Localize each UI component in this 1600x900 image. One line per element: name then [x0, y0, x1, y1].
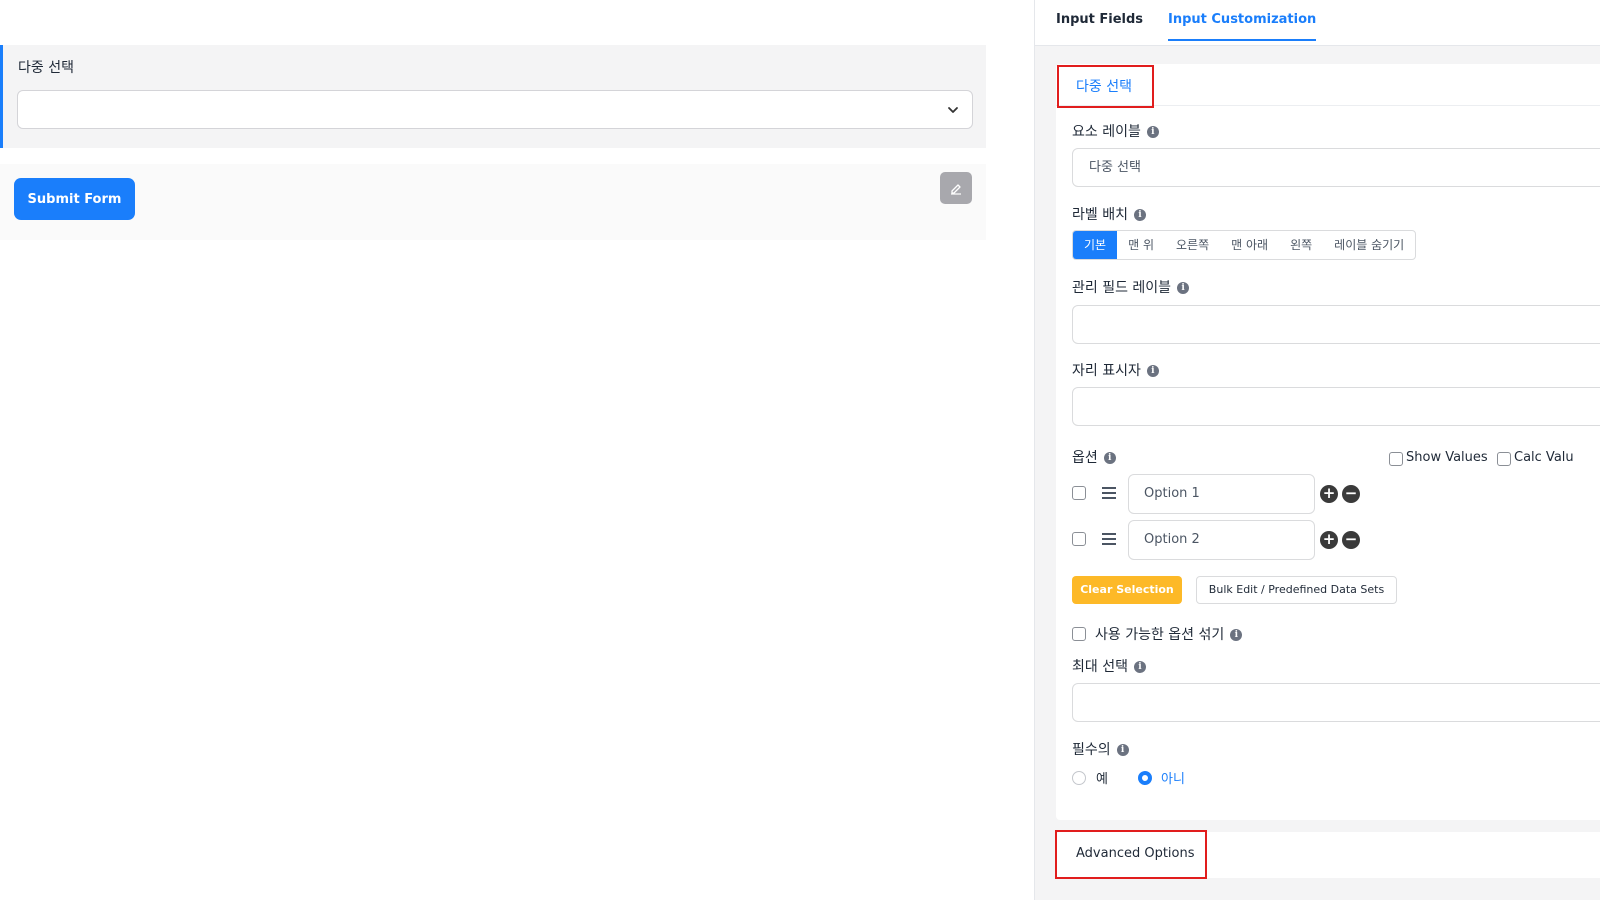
- add-option-icon[interactable]: +: [1320, 531, 1338, 549]
- settings-panel: Input Fields Input Customization 다중 선택 요…: [1034, 0, 1600, 900]
- required-text: 필수의: [1072, 742, 1111, 758]
- required-no-radio[interactable]: [1138, 771, 1152, 785]
- multi-select-field-preview[interactable]: 다중 선택: [0, 45, 986, 148]
- highlight-box-advanced: [1055, 830, 1207, 879]
- bulk-edit-button[interactable]: Bulk Edit / Predefined Data Sets: [1196, 576, 1397, 604]
- required-heading: 필수의 i: [1072, 739, 1129, 759]
- submit-field-preview: Submit Form: [0, 164, 986, 240]
- placement-option-left[interactable]: 왼쪽: [1279, 231, 1323, 259]
- clear-selection-button[interactable]: Clear Selection: [1072, 576, 1182, 604]
- info-icon[interactable]: i: [1116, 744, 1129, 756]
- edit-submit-button[interactable]: [940, 172, 972, 204]
- placement-option-hide[interactable]: 레이블 숨기기: [1323, 231, 1415, 259]
- max-selection-input[interactable]: [1072, 683, 1600, 722]
- option-input[interactable]: Option 1: [1128, 474, 1315, 514]
- info-icon[interactable]: i: [1230, 629, 1243, 641]
- option-row: Option 1 + −: [1072, 474, 1392, 514]
- drag-handle-icon[interactable]: [1102, 487, 1116, 499]
- customization-card: 다중 선택 요소 레이블 i 다중 선택 라벨 배치 i 기본 맨 위 오른쪽 맨 …: [1056, 64, 1600, 820]
- placement-option-default[interactable]: 기본: [1073, 231, 1118, 259]
- show-values-checkbox[interactable]: [1389, 452, 1403, 466]
- options-heading: 옵션 i: [1072, 447, 1116, 467]
- tab-input-customization[interactable]: Input Customization: [1168, 12, 1317, 41]
- info-icon[interactable]: i: [1133, 209, 1146, 221]
- label-placement-heading: 라벨 배치 i: [1072, 204, 1146, 224]
- placeholder-heading: 자리 표시자 i: [1072, 360, 1159, 380]
- field-label: 다중 선택: [18, 60, 74, 76]
- remove-option-icon[interactable]: −: [1342, 485, 1360, 503]
- highlight-box-title: [1057, 65, 1154, 108]
- placeholder-text: 자리 표시자: [1072, 363, 1141, 379]
- label-placement-segmented: 기본 맨 위 오른쪽 맨 아래 왼쪽 레이블 숨기기: [1072, 230, 1417, 260]
- placeholder-input[interactable]: [1072, 387, 1600, 426]
- element-label-heading: 요소 레이블 i: [1072, 121, 1159, 141]
- element-label-input[interactable]: 다중 선택: [1072, 148, 1600, 187]
- shuffle-options-label: 사용 가능한 옵션 섞기 i: [1095, 624, 1243, 644]
- chevron-down-icon: [948, 107, 958, 113]
- show-values-label: Show Values: [1406, 450, 1488, 465]
- add-option-icon[interactable]: +: [1320, 485, 1338, 503]
- element-label-text: 요소 레이블: [1072, 124, 1141, 140]
- info-icon[interactable]: i: [1177, 282, 1190, 294]
- label-placement-text: 라벨 배치: [1072, 207, 1128, 223]
- admin-field-label-input[interactable]: [1072, 305, 1600, 344]
- required-yes-label: 예: [1096, 772, 1108, 787]
- panel-tabs: Input Fields Input Customization: [1035, 0, 1600, 46]
- placement-option-right[interactable]: 오른쪽: [1165, 231, 1220, 259]
- form-canvas: 다중 선택 Submit Form: [0, 0, 1034, 900]
- remove-option-icon[interactable]: −: [1342, 531, 1360, 549]
- option-default-checkbox[interactable]: [1072, 532, 1086, 546]
- options-text: 옵션: [1072, 450, 1098, 466]
- shuffle-options-text: 사용 가능한 옵션 섞기: [1095, 627, 1225, 643]
- option-input[interactable]: Option 2: [1128, 520, 1315, 560]
- option-default-checkbox[interactable]: [1072, 486, 1086, 500]
- placement-option-bottom[interactable]: 맨 아래: [1220, 231, 1279, 259]
- admin-field-label-heading: 관리 필드 레이블 i: [1072, 277, 1190, 297]
- submit-form-button[interactable]: Submit Form: [14, 178, 135, 220]
- admin-field-label-text: 관리 필드 레이블: [1072, 280, 1172, 296]
- pencil-icon: [951, 184, 961, 195]
- info-icon[interactable]: i: [1146, 126, 1159, 138]
- required-yes-radio[interactable]: [1072, 771, 1086, 785]
- shuffle-options-checkbox[interactable]: [1072, 627, 1086, 641]
- multi-select-dropdown[interactable]: [17, 90, 973, 129]
- drag-handle-icon[interactable]: [1102, 533, 1116, 545]
- calc-values-label: Calc Valu: [1514, 450, 1574, 465]
- required-no-label: 아니: [1161, 772, 1185, 787]
- info-icon[interactable]: i: [1133, 661, 1146, 673]
- tab-input-fields[interactable]: Input Fields: [1056, 12, 1143, 39]
- max-selection-text: 최대 선택: [1072, 659, 1128, 675]
- calc-values-checkbox[interactable]: [1497, 452, 1511, 466]
- option-row: Option 2 + −: [1072, 520, 1392, 560]
- max-selection-heading: 최대 선택 i: [1072, 656, 1146, 676]
- info-icon[interactable]: i: [1146, 365, 1159, 377]
- placement-option-top[interactable]: 맨 위: [1117, 231, 1165, 259]
- info-icon[interactable]: i: [1103, 452, 1116, 464]
